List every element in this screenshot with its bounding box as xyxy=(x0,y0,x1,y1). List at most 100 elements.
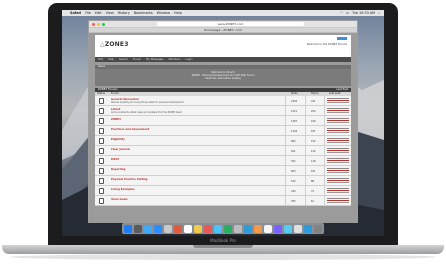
forum-row[interactable]: MSGT 702 118 xyxy=(95,156,351,166)
messages-icon[interactable] xyxy=(214,224,222,233)
forum-title[interactable]: Physical Practice Setting xyxy=(111,178,147,181)
column-divider xyxy=(285,126,286,136)
login-button[interactable] xyxy=(337,37,347,40)
contacts-icon[interactable] xyxy=(164,224,172,233)
forum-posts: 1521 xyxy=(291,109,298,113)
nav-my-messages[interactable]: My Messages xyxy=(146,58,163,61)
forum-topics: 199 xyxy=(311,119,316,123)
nav-faq[interactable]: FAQ xyxy=(98,58,103,61)
minimize-window-button[interactable] xyxy=(97,22,100,26)
trash-icon[interactable] xyxy=(314,224,322,233)
forum-row[interactable]: Practices and Assessment 1102 187 xyxy=(95,126,351,136)
facetime-icon[interactable] xyxy=(224,224,232,233)
column-divider xyxy=(285,96,286,106)
keynote-icon[interactable] xyxy=(264,224,272,233)
forum-posts: 430 xyxy=(291,189,296,193)
column-divider xyxy=(305,186,306,196)
column-divider xyxy=(324,156,325,166)
forum-topics: 118 xyxy=(311,159,316,163)
forum-row[interactable]: Latest Announcements, latest news and upd… xyxy=(95,106,351,116)
forum-posts: 355 xyxy=(291,199,296,203)
finder-icon[interactable] xyxy=(124,224,132,233)
last-post-info[interactable] xyxy=(327,178,349,180)
nav-search[interactable]: Search xyxy=(119,58,128,61)
forum-title[interactable]: Clear Journal xyxy=(111,148,130,151)
nav-login[interactable]: Login xyxy=(185,58,192,61)
address-bar[interactable]: www.ZONE3.com xyxy=(157,22,304,26)
downloads-folder-icon[interactable] xyxy=(304,224,312,233)
safari-icon[interactable] xyxy=(144,224,152,233)
close-window-button[interactable] xyxy=(92,22,95,26)
column-divider xyxy=(324,186,325,196)
last-post-info[interactable] xyxy=(327,188,349,190)
menu-bookmarks[interactable]: Bookmarks xyxy=(134,11,153,15)
last-post-info[interactable] xyxy=(327,148,349,150)
pages-icon[interactable] xyxy=(244,224,252,233)
calendar-icon[interactable] xyxy=(174,224,182,233)
forum-row[interactable]: Living Examples 430 72 xyxy=(95,186,351,196)
last-post-info[interactable] xyxy=(327,198,349,200)
battery-icon[interactable]: ▭ xyxy=(346,11,349,15)
forum-posts: 1287 xyxy=(291,119,298,123)
search-icon[interactable]: ⌕ xyxy=(378,11,380,15)
forum-description: Discuss anything and everything related … xyxy=(111,101,184,104)
forum-row[interactable]: General Discussion Discuss anything and e… xyxy=(95,96,351,106)
menu-history[interactable]: History xyxy=(118,11,130,15)
numbers-icon[interactable] xyxy=(254,224,262,233)
photos-icon[interactable] xyxy=(204,224,212,233)
forum-status-icon xyxy=(99,188,104,194)
last-post-info[interactable] xyxy=(327,128,349,130)
menu-file[interactable]: File xyxy=(85,11,91,15)
notes-icon[interactable] xyxy=(184,224,192,233)
system-preferences-icon[interactable] xyxy=(294,224,302,233)
wifi-icon[interactable]: ◠ xyxy=(340,11,343,15)
last-post-info[interactable] xyxy=(327,168,349,170)
forum-title[interactable]: Team Goals xyxy=(111,198,128,201)
last-post-info[interactable] xyxy=(327,118,349,120)
forum-topics: 411 xyxy=(311,99,316,103)
forum-title[interactable]: Reporting xyxy=(111,168,126,171)
nav-help[interactable]: Help xyxy=(108,58,114,61)
forum-title[interactable]: MSGT xyxy=(111,158,119,161)
menu-help[interactable]: Help xyxy=(174,11,182,15)
forum-title[interactable]: ZONE3 xyxy=(111,118,121,121)
zoom-window-button[interactable] xyxy=(102,22,105,26)
forum-row[interactable]: Clear Journal 811 134 xyxy=(95,146,351,156)
forum-title[interactable]: Eligibility xyxy=(111,138,125,141)
forum-status-icon xyxy=(99,128,104,134)
last-post-info[interactable] xyxy=(327,108,349,110)
nav-members[interactable]: Members xyxy=(168,58,180,61)
laptop-shadow xyxy=(10,254,436,260)
app-store-icon[interactable] xyxy=(284,224,292,233)
forum-row[interactable]: ZONE3 1287 199 xyxy=(95,116,351,126)
forum-row[interactable]: Physical Practice Setting 512 88 xyxy=(95,176,351,186)
site-logo[interactable]: △ZONE3 xyxy=(100,41,129,48)
web-page: △ZONE3 Welcome to the ZONE3 forums FAQ H… xyxy=(89,33,357,223)
menu-window[interactable]: Window xyxy=(157,11,170,15)
last-post-info[interactable] xyxy=(327,138,349,140)
column-divider xyxy=(285,196,286,206)
launchpad-icon[interactable] xyxy=(134,224,142,233)
menu-app-name[interactable]: Safari xyxy=(70,11,81,15)
forum-posts: 512 xyxy=(291,179,296,183)
forum-row[interactable]: Team Goals 355 61 xyxy=(95,196,351,206)
column-divider xyxy=(305,136,306,146)
banner-line: Read the rules before posting xyxy=(205,77,241,80)
nav-forum[interactable]: Forum xyxy=(133,58,141,61)
forum-row[interactable]: Reporting 603 101 xyxy=(95,166,351,176)
last-post-info[interactable] xyxy=(327,98,349,100)
menu-clock[interactable]: Tue 10:53 AM xyxy=(352,11,375,15)
reminders-icon[interactable] xyxy=(194,224,202,233)
forum-posts: 1102 xyxy=(291,129,298,133)
forum-title[interactable]: Practices and Assessment xyxy=(111,128,149,131)
mail-icon[interactable] xyxy=(154,224,162,233)
menu-view[interactable]: View xyxy=(106,11,114,15)
maps-icon[interactable] xyxy=(234,224,242,233)
menu-edit[interactable]: Edit xyxy=(95,11,102,15)
forum-title[interactable]: Living Examples xyxy=(111,188,135,191)
itunes-icon[interactable] xyxy=(274,224,282,233)
forum-row[interactable]: Eligibility 904 152 xyxy=(95,136,351,146)
column-divider xyxy=(305,176,306,186)
browser-toolbar: www.ZONE3.com xyxy=(89,21,357,28)
last-post-info[interactable] xyxy=(327,158,349,160)
